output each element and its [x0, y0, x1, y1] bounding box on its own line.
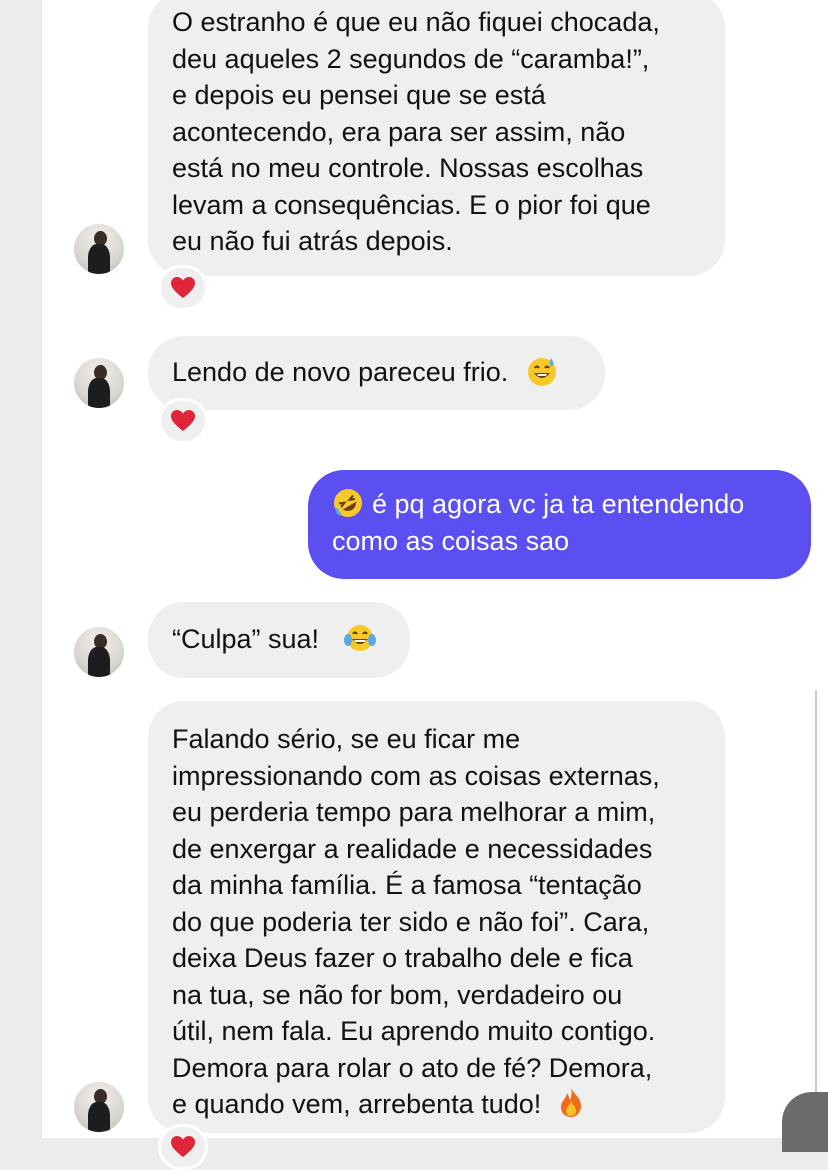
- heart-emoji-icon: [171, 277, 195, 298]
- contact-avatar[interactable]: [74, 224, 124, 274]
- message-text-line: é pq agora vc ja ta entendendo: [332, 486, 787, 523]
- heart-reaction[interactable]: [158, 398, 208, 444]
- contact-avatar[interactable]: [74, 1082, 124, 1132]
- message-text-line: eu perderia tempo para melhorar a mim,: [172, 797, 656, 827]
- rolling-on-floor-laughing-emoji-icon: [334, 488, 362, 517]
- bottom-edge: [0, 1138, 828, 1152]
- message-text-line: O estranho é que eu não fiquei chocada,: [172, 7, 660, 37]
- message-text-line: deu aqueles 2 segundos de “caramba!”,: [172, 43, 650, 74]
- received-message-bubble[interactable]: O estranho é que eu não fiquei chocada, …: [148, 0, 725, 276]
- heart-reaction[interactable]: [158, 265, 208, 311]
- message-text-line: e depois eu pensei que se está: [172, 80, 546, 110]
- message-text: e quando vem, arrebenta tudo!: [172, 1089, 542, 1119]
- message-text-line: acontecendo, era para ser assim, não: [172, 116, 626, 147]
- contact-avatar[interactable]: [74, 627, 124, 677]
- message-text-line: útil, nem fala. Eu aprendo muito contigo…: [172, 1016, 656, 1046]
- message-text-line: e quando vem, arrebenta tudo!: [172, 1086, 701, 1123]
- heart-reaction[interactable]: [158, 1124, 208, 1170]
- sent-message-bubble[interactable]: é pq agora vc ja ta entendendo como as c…: [308, 470, 811, 579]
- scrollbar[interactable]: [815, 690, 817, 1130]
- message-text-line: eu não fui atrás depois.: [172, 226, 453, 256]
- received-message-bubble[interactable]: “Culpa” sua!: [148, 602, 410, 678]
- contact-avatar[interactable]: [74, 358, 124, 408]
- message-text-line: Demora para rolar o ato de fé? Demora,: [172, 1052, 653, 1083]
- scroll-to-bottom-button[interactable]: [782, 1092, 828, 1152]
- message-text-line: levam a consequências. E o pior foi que: [172, 189, 651, 220]
- message-text-line: de enxergar a realidade e necessidades: [172, 833, 653, 864]
- message-text: é pq agora vc ja ta entendendo: [372, 489, 745, 519]
- received-message-bubble[interactable]: Falando sério, se eu ficar me impression…: [148, 701, 725, 1133]
- message-text-line: como as coisas sao: [332, 525, 570, 556]
- message-text-line: está no meu controle. Nossas escolhas: [172, 153, 644, 183]
- heart-emoji-icon: [171, 410, 195, 431]
- message-text-line: deixa Deus fazer o trabalho dele e fica: [172, 943, 633, 973]
- message-text: Lendo de novo pareceu frio.: [172, 357, 509, 387]
- message-text-line: da minha família. É a famosa “tentação: [172, 870, 642, 900]
- heart-emoji-icon: [171, 1136, 195, 1157]
- message-text-line: na tua, se não for bom, verdadeiro ou: [172, 979, 623, 1010]
- message-text-line: Falando sério, se eu ficar me: [172, 724, 521, 754]
- message-text-line: do que poderia ter sido e não foi”. Cara…: [172, 906, 650, 937]
- received-message-bubble[interactable]: Lendo de novo pareceu frio.: [148, 336, 605, 410]
- fire-emoji-icon: [560, 1086, 581, 1117]
- message-text: “Culpa” sua!: [172, 624, 320, 654]
- sweat-smile-emoji-icon: [527, 357, 556, 386]
- tears-of-joy-emoji-icon: [343, 624, 376, 651]
- message-text-line: impressionando com as coisas externas,: [172, 760, 660, 791]
